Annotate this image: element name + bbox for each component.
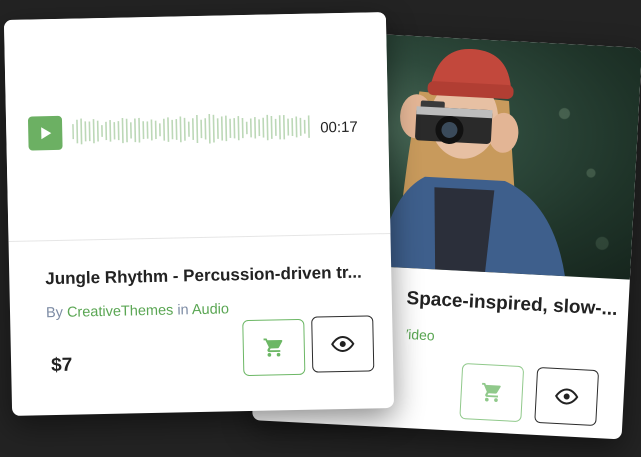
cart-icon	[482, 382, 501, 402]
play-button[interactable]	[27, 115, 63, 151]
audio-product-card[interactable]: 00:17 Jungle Rhythm - Percussion-driven …	[3, 12, 395, 416]
add-to-cart-button[interactable]	[459, 362, 525, 423]
eye-icon	[555, 388, 579, 405]
preview-button[interactable]	[311, 315, 375, 373]
audio-player: 00:17	[3, 12, 391, 242]
waveform-icon[interactable]	[72, 110, 313, 149]
audio-duration: 00:17	[320, 118, 358, 137]
cart-icon	[263, 338, 283, 357]
product-title[interactable]: Space-inspired, slow-...	[406, 288, 618, 321]
play-icon	[41, 127, 52, 140]
author-link[interactable]: CreativeThemes	[67, 303, 174, 321]
byline: By CreativeThemes in Audio	[46, 301, 229, 321]
product-price: $7	[50, 354, 73, 377]
product-title[interactable]: Jungle Rhythm - Percussion-driven tr...	[45, 263, 362, 290]
by-label: By	[45, 304, 64, 322]
eye-icon	[331, 336, 355, 353]
category-link[interactable]: Audio	[192, 301, 229, 318]
preview-button[interactable]	[534, 366, 600, 427]
category-link[interactable]: Video	[406, 326, 435, 346]
add-to-cart-button[interactable]	[242, 318, 306, 377]
in-label: in	[177, 302, 189, 319]
